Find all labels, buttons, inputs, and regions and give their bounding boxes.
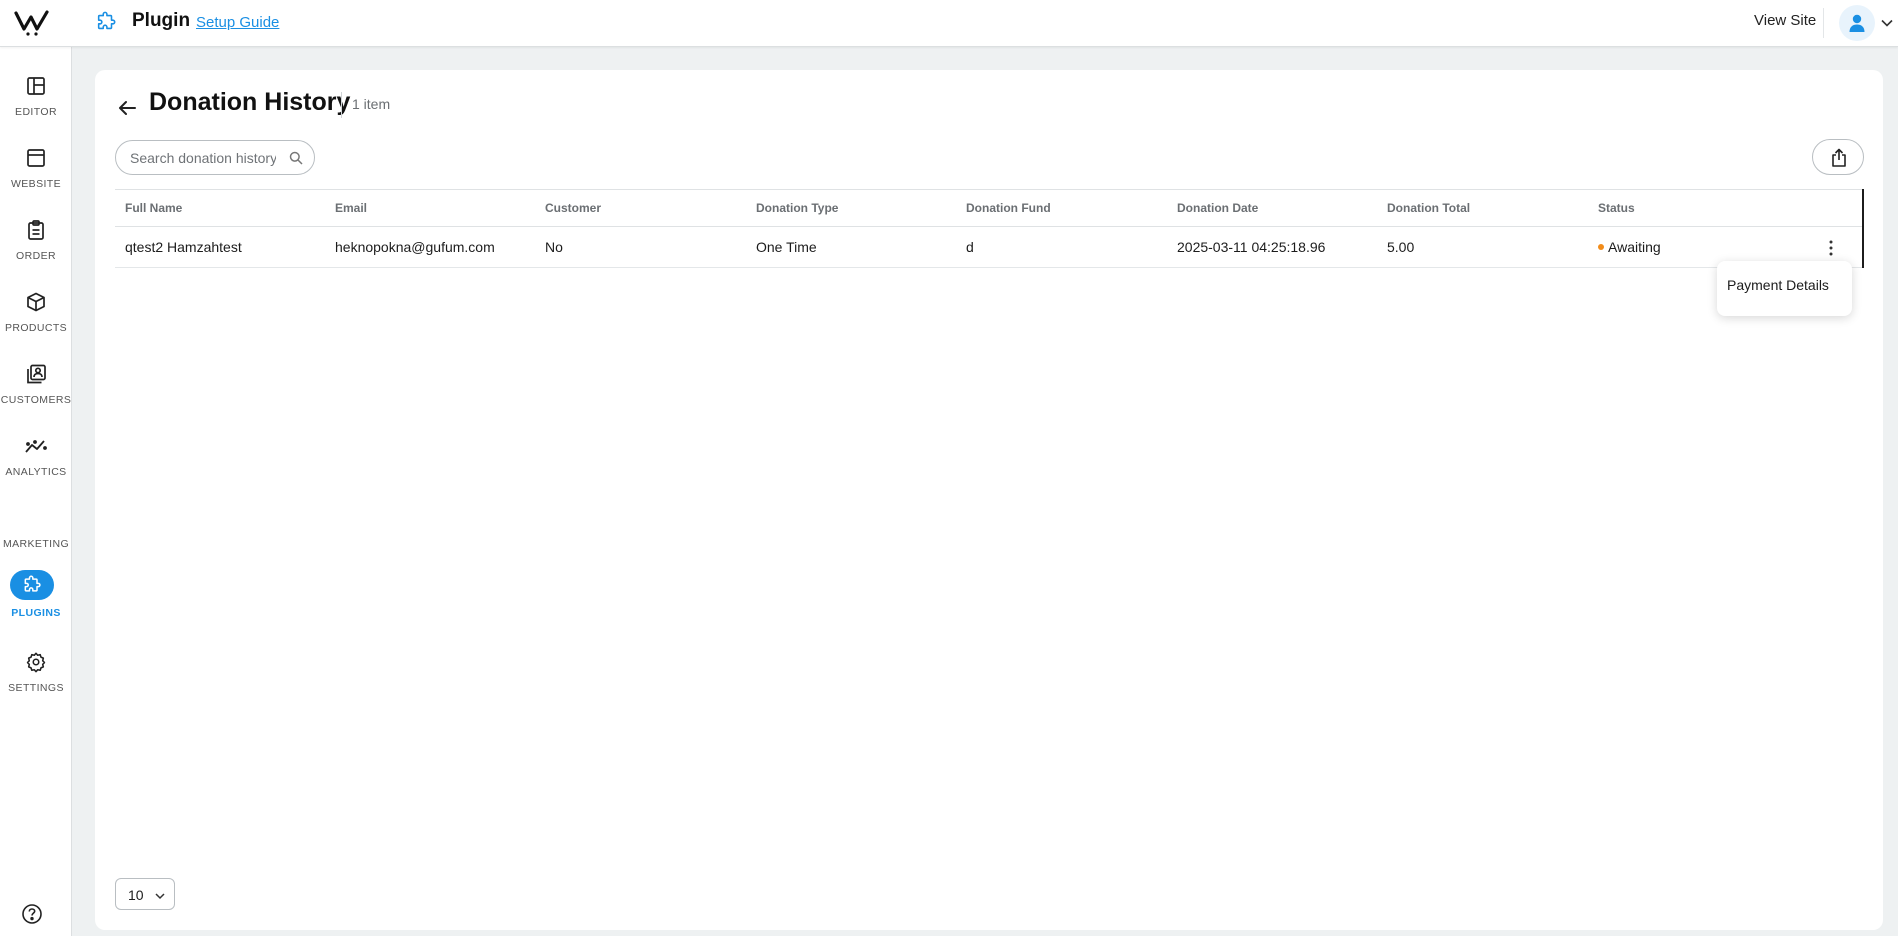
main-card: Donation History 1 item Full Name Email …	[95, 70, 1883, 930]
row-actions-icon[interactable]	[1823, 239, 1839, 257]
title-divider	[341, 92, 342, 118]
sidebar-item-label: ORDER	[16, 250, 56, 262]
sidebar-item-label: SETTINGS	[8, 682, 64, 694]
column-header[interactable]: Full Name	[125, 201, 182, 215]
search-box[interactable]	[115, 140, 315, 175]
customers-icon	[22, 360, 50, 388]
sidebar-item-settings[interactable]: SETTINGS	[0, 648, 72, 710]
analytics-icon	[22, 432, 50, 460]
donation-table: Full Name Email Customer Donation Type D…	[115, 189, 1864, 268]
sidebar-item-editor[interactable]: EDITOR	[0, 72, 72, 134]
page-size-select[interactable]: 10	[115, 878, 175, 910]
editor-icon	[22, 72, 50, 100]
status-dot	[1598, 244, 1604, 251]
status-badge: Awaiting	[1598, 239, 1661, 255]
column-header[interactable]: Donation Date	[1177, 201, 1258, 215]
user-icon	[1849, 14, 1865, 32]
item-count: 1 item	[352, 96, 391, 112]
sidebar-item-analytics[interactable]: ANALYTICS	[0, 432, 72, 494]
setup-guide-link[interactable]: Setup Guide	[196, 14, 279, 31]
user-menu-button[interactable]	[1839, 5, 1897, 41]
sidebar: EDITOR WEBSITE ORDER PRODUCTS CUSTOMERS …	[0, 47, 72, 936]
row-actions-menu: Payment Details	[1717, 261, 1852, 316]
back-arrow-icon[interactable]	[115, 96, 139, 120]
gear-icon	[22, 648, 50, 676]
puzzle-icon	[95, 11, 117, 33]
sidebar-item-products[interactable]: PRODUCTS	[0, 288, 72, 350]
chevron-down-icon	[1881, 19, 1893, 27]
header-title: Plugin	[132, 10, 191, 31]
sidebar-item-label: EDITOR	[15, 106, 57, 118]
cell-donation-type: One Time	[756, 239, 817, 255]
column-header[interactable]: Donation Total	[1387, 201, 1470, 215]
table-row[interactable]: qtest2 Hamzahtest heknopokna@gufum.com N…	[115, 227, 1863, 268]
sidebar-item-label: PLUGINS	[11, 607, 61, 619]
sidebar-item-customers[interactable]: CUSTOMERS	[0, 360, 72, 422]
page-title: Donation History	[149, 88, 351, 116]
logo[interactable]	[14, 9, 52, 37]
help-icon[interactable]	[21, 903, 43, 925]
table-header: Full Name Email Customer Donation Type D…	[115, 189, 1863, 227]
chevron-down-icon	[155, 893, 165, 900]
sidebar-item-marketing[interactable]: MARKETING	[0, 504, 72, 566]
sidebar-item-label: CUSTOMERS	[0, 394, 72, 406]
column-header[interactable]: Customer	[545, 201, 601, 215]
column-header[interactable]: Email	[335, 201, 367, 215]
products-icon	[22, 288, 50, 316]
header-divider	[1823, 8, 1824, 38]
column-header[interactable]: Donation Fund	[966, 201, 1051, 215]
search-icon[interactable]	[289, 151, 303, 165]
menu-item-payment-details[interactable]: Payment Details	[1727, 277, 1829, 293]
top-bar: Plugin Setup Guide View Site	[0, 0, 1898, 47]
sidebar-item-label: PRODUCTS	[4, 322, 68, 334]
avatar	[1839, 5, 1875, 41]
status-label: Awaiting	[1608, 239, 1661, 255]
cell-donation-total: 5.00	[1387, 239, 1415, 255]
column-header[interactable]: Status	[1598, 201, 1635, 215]
cell-donation-fund: d	[966, 239, 974, 255]
search-input[interactable]	[128, 148, 278, 168]
column-header[interactable]: Donation Type	[756, 201, 838, 215]
cell-email: heknopokna@gufum.com	[335, 239, 495, 255]
sidebar-item-label: WEBSITE	[10, 178, 62, 190]
website-icon	[22, 144, 50, 172]
sidebar-item-label: MARKETING	[2, 538, 70, 550]
sidebar-item-plugins[interactable]: PLUGINS	[0, 570, 72, 638]
sidebar-item-label: ANALYTICS	[5, 466, 67, 478]
cell-customer: No	[545, 239, 563, 255]
puzzle-icon	[18, 570, 46, 600]
sidebar-item-website[interactable]: WEBSITE	[0, 144, 72, 206]
table-edge	[1862, 189, 1864, 268]
share-icon	[1832, 148, 1846, 167]
cell-donation-date: 2025-03-11 04:25:18.96	[1177, 239, 1326, 255]
page-size-value: 10	[128, 887, 144, 903]
view-site-link[interactable]: View Site	[1754, 12, 1816, 29]
export-button[interactable]	[1812, 139, 1864, 175]
order-icon	[22, 216, 50, 244]
sidebar-item-order[interactable]: ORDER	[0, 216, 72, 278]
cell-full-name: qtest2 Hamzahtest	[125, 239, 242, 255]
